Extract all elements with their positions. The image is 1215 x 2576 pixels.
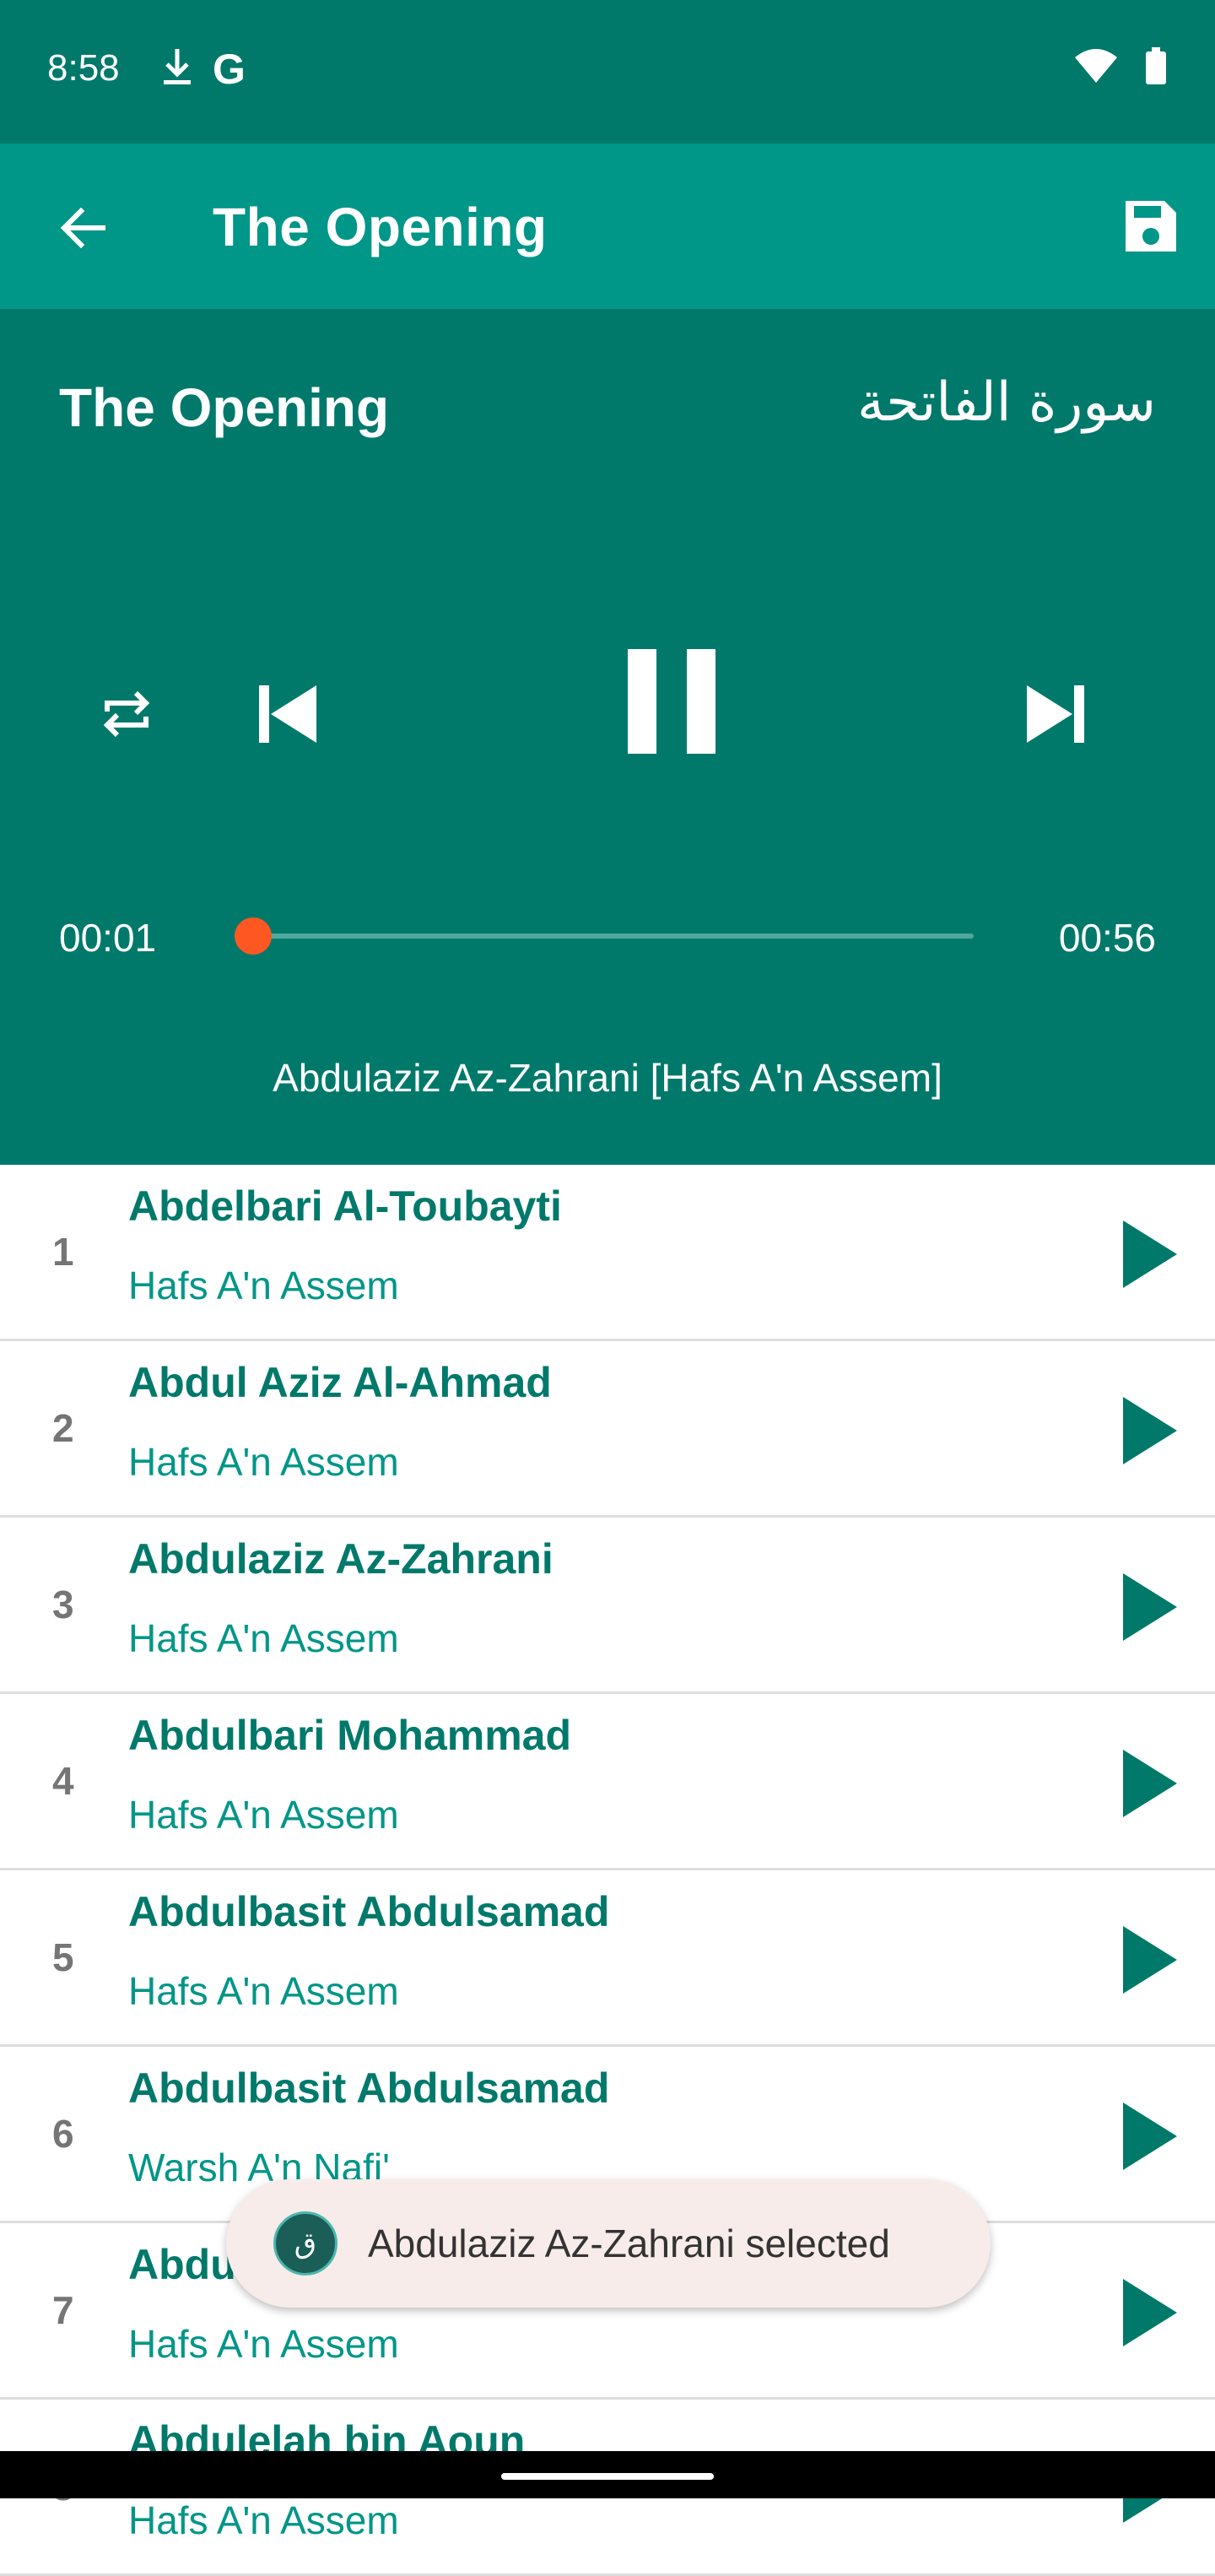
play-icon (1123, 2279, 1177, 2346)
home-gesture-handle[interactable] (501, 2473, 714, 2480)
play-button[interactable] (1109, 1214, 1190, 1295)
reciter-riwaya: Hafs A'n Assem (128, 2322, 399, 2366)
reciter-name: Abdul Aziz Al-Ahmad (128, 1359, 552, 1406)
reciter-number: 2 (52, 1406, 74, 1450)
list-item[interactable]: 1 Abdelbari Al-Toubayti Hafs A'n Assem (0, 1165, 1215, 1341)
skip-next-icon (1027, 685, 1084, 743)
reciter-number: 1 (52, 1230, 74, 1274)
status-bar: 8:58 G (0, 0, 1215, 143)
download-icon (160, 47, 194, 90)
repeat-button[interactable] (84, 672, 169, 756)
reciter-number: 6 (52, 2112, 74, 2156)
reciter-riwaya: Hafs A'n Assem (128, 1793, 399, 1837)
toast-message: Abdulaziz Az-Zahrani selected (368, 2222, 890, 2265)
seek-bar[interactable] (234, 917, 974, 955)
play-icon (1123, 1926, 1177, 1994)
reciter-riwaya: Hafs A'n Assem (128, 1616, 399, 1660)
reciter-riwaya: Hafs A'n Assem (128, 1969, 399, 2013)
play-icon (1123, 1573, 1177, 1641)
repeat-icon (103, 690, 150, 738)
arrow-back-icon (60, 207, 105, 249)
play-icon (1123, 1220, 1177, 1288)
play-button[interactable] (1109, 1390, 1190, 1471)
list-item[interactable]: 2 Abdul Aziz Al-Ahmad Hafs A'n Assem (0, 1341, 1215, 1518)
reciter-name: Abdelbari Al-Toubayti (128, 1182, 562, 1230)
navigation-bar (0, 2451, 1215, 2498)
now-playing-reciter: Abdulaziz Az-Zahrani [Hafs A'n Assem] (273, 1056, 942, 1100)
play-button[interactable] (1109, 2096, 1190, 2177)
reciter-name: Abdulbasit Abdulsamad (128, 1888, 610, 1935)
next-button[interactable] (1009, 663, 1102, 765)
reciter-number: 4 (52, 1759, 74, 1803)
list-item[interactable]: 4 Abdulbari Mohammad Hafs A'n Assem (0, 1694, 1215, 1870)
save-button[interactable] (1112, 187, 1190, 265)
battery-icon (1144, 47, 1168, 90)
reciter-number: 5 (52, 1935, 74, 1979)
surah-name-english: The Opening (59, 377, 390, 438)
reciter-riwaya: Hafs A'n Assem (128, 1264, 399, 1307)
surah-name-arabic: سورة الفاتحة (856, 371, 1156, 434)
status-right-icons (1073, 47, 1168, 90)
page-title: The Opening (213, 197, 548, 257)
seek-thumb[interactable] (234, 917, 272, 955)
play-button[interactable] (1109, 2272, 1190, 2353)
player-panel: The Opening سورة الفاتحة 00:01 00:56 Abd… (0, 309, 1215, 1165)
reciter-name: Abdulbasit Abdulsamad (128, 2065, 610, 2112)
toast: ق Abdulaziz Az-Zahrani selected (226, 2179, 991, 2308)
save-icon (1126, 201, 1176, 252)
total-time: 00:56 (1058, 916, 1156, 960)
reciter-name: Abdulbari Mohammad (128, 1712, 572, 1759)
wifi-icon (1073, 49, 1119, 89)
google-icon: G (213, 45, 246, 93)
reciter-name: Abdulaziz Az-Zahrani (128, 1535, 554, 1583)
reciter-list: 1 Abdelbari Al-Toubayti Hafs A'n Assem 2… (0, 1165, 1215, 2576)
list-item[interactable]: 3 Abdulaziz Az-Zahrani Hafs A'n Assem (0, 1518, 1215, 1694)
pause-button[interactable] (613, 638, 731, 765)
previous-button[interactable] (241, 663, 334, 765)
reciter-number: 7 (52, 2288, 74, 2332)
reciter-riwaya: Hafs A'n Assem (128, 1440, 399, 1484)
pause-icon (628, 649, 716, 754)
current-time: 00:01 (59, 916, 157, 960)
back-button[interactable] (44, 189, 122, 267)
app-logo-icon: ق (273, 2211, 338, 2276)
play-button[interactable] (1109, 1743, 1190, 1824)
reciter-number: 3 (52, 1583, 74, 1626)
app-bar: The Opening (0, 143, 1215, 309)
play-icon (1123, 1750, 1177, 1817)
reciter-riwaya: Hafs A'n Assem (128, 2498, 399, 2542)
play-button[interactable] (1109, 1919, 1190, 2000)
play-icon (1123, 2102, 1177, 2170)
skip-previous-icon (259, 685, 316, 743)
play-icon (1123, 1397, 1177, 1464)
play-button[interactable] (1109, 1567, 1190, 1648)
list-item[interactable]: 5 Abdulbasit Abdulsamad Hafs A'n Assem (0, 1870, 1215, 2047)
status-time: 8:58 (47, 47, 120, 89)
status-left-icons: G (160, 47, 246, 90)
